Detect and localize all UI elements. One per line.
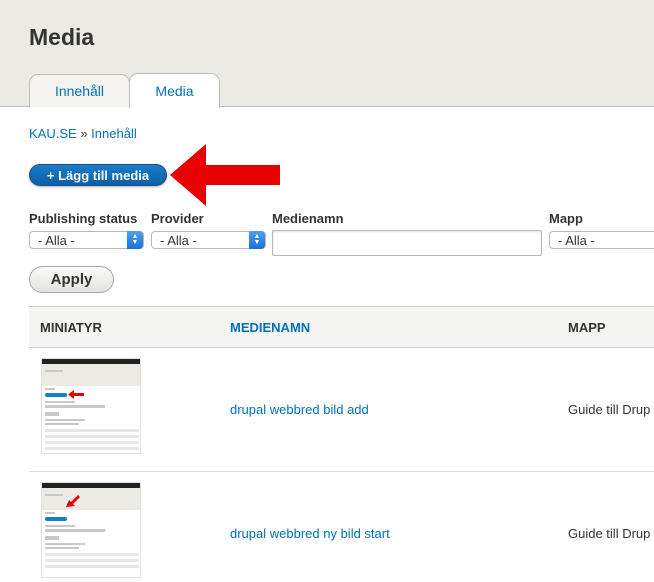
breadcrumb: KAU.SE » Innehåll <box>29 126 137 141</box>
medianame-label: Medienamn <box>272 211 344 226</box>
publishing-status-select[interactable]: - Alla - ▲ ▼ <box>29 231 144 249</box>
thumbnail-image[interactable] <box>41 482 141 578</box>
red-arrow-icon <box>170 144 280 206</box>
table-row: drupal webbred bild add Guide till Drup <box>29 348 654 472</box>
apply-button[interactable]: Apply <box>29 266 114 293</box>
tab-innehall[interactable]: Innehåll <box>29 74 130 107</box>
select-spinner-icon: ▲ ▼ <box>249 231 265 249</box>
breadcrumb-home-link[interactable]: KAU.SE <box>29 126 77 141</box>
add-media-button[interactable]: + Lägg till media <box>29 164 167 186</box>
breadcrumb-separator: » <box>80 126 88 141</box>
folder-value: - Alla - <box>558 232 595 248</box>
media-folder: Guide till Drup <box>568 526 651 541</box>
folder-select[interactable]: - Alla - <box>549 231 654 249</box>
column-header-thumbnail: MINIATYR <box>40 320 102 335</box>
page-header: Media Innehåll Media <box>0 0 654 108</box>
media-name-link[interactable]: drupal webbred ny bild start <box>230 526 390 541</box>
column-header-folder: MAPP <box>568 320 606 335</box>
table-header: MINIATYR MEDIENAMN MAPP <box>29 306 654 348</box>
media-folder: Guide till Drup <box>568 402 651 417</box>
breadcrumb-current-link[interactable]: Innehåll <box>91 126 137 141</box>
media-name-link[interactable]: drupal webbred bild add <box>230 402 369 417</box>
provider-value: - Alla - <box>160 232 197 248</box>
thumbnail-image[interactable] <box>41 358 141 454</box>
table-row: drupal webbred ny bild start Guide till … <box>29 472 654 582</box>
folder-label: Mapp <box>549 211 583 226</box>
provider-label: Provider <box>151 211 204 226</box>
column-header-medianame[interactable]: MEDIENAMN <box>230 320 310 335</box>
select-spinner-icon: ▲ ▼ <box>127 231 143 249</box>
publishing-status-label: Publishing status <box>29 211 138 226</box>
tab-media[interactable]: Media <box>129 73 220 108</box>
page-title: Media <box>29 24 95 50</box>
publishing-status-value: - Alla - <box>38 232 75 248</box>
medianame-input[interactable] <box>272 230 542 256</box>
provider-select[interactable]: - Alla - ▲ ▼ <box>151 231 266 249</box>
